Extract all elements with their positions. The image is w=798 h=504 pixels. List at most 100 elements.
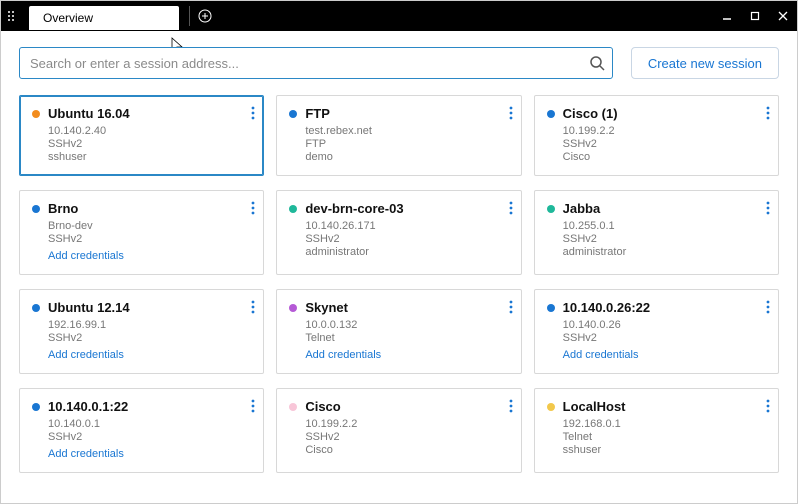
status-dot-icon: [547, 205, 555, 213]
create-new-session-button[interactable]: Create new session: [631, 47, 779, 79]
session-title-row: Cisco: [289, 399, 508, 414]
session-detail-line: 10.140.2.40: [48, 125, 251, 137]
session-detail-line: SSHv2: [305, 233, 508, 245]
session-title: Ubuntu 16.04: [48, 106, 130, 121]
session-menu-button[interactable]: [764, 298, 772, 316]
session-detail-line: Telnet: [563, 431, 766, 443]
session-title-row: Brno: [32, 201, 251, 216]
session-title-row: LocalHost: [547, 399, 766, 414]
session-details: Brno-devSSHv2 Add credentials: [48, 220, 251, 262]
session-detail-line: 10.140.0.26: [563, 319, 766, 331]
session-details: 10.0.0.132Telnet Add credentials: [305, 319, 508, 361]
session-card[interactable]: Cisco10.199.2.2SSHv2Cisco: [276, 388, 521, 473]
session-title-row: Skynet: [289, 300, 508, 315]
session-detail-line: SSHv2: [305, 431, 508, 443]
session-detail-line: SSHv2: [563, 233, 766, 245]
session-detail-line: FTP: [305, 138, 508, 150]
session-title: dev-brn-core-03: [305, 201, 403, 216]
session-title: LocalHost: [563, 399, 626, 414]
status-dot-icon: [289, 304, 297, 312]
tab-separator: [189, 6, 190, 26]
search-wrap: [19, 47, 613, 79]
session-detail-line: 10.255.0.1: [563, 220, 766, 232]
status-dot-icon: [547, 403, 555, 411]
session-detail-line: demo: [305, 151, 508, 163]
session-card[interactable]: Ubuntu 16.04 10.140.2.40SSHv2sshuser: [19, 95, 264, 176]
session-menu-button[interactable]: [507, 298, 515, 316]
session-card[interactable]: dev-brn-core-03 10.140.26.171SSHv2adminis…: [276, 190, 521, 275]
session-detail-line: sshuser: [563, 444, 766, 456]
window-maximize-button[interactable]: [741, 1, 769, 31]
session-title: 10.140.0.1:22: [48, 399, 128, 414]
status-dot-icon: [32, 304, 40, 312]
session-detail-line: Brno-dev: [48, 220, 251, 232]
session-menu-button[interactable]: [507, 104, 515, 122]
session-title: Cisco: [305, 399, 340, 414]
session-card[interactable]: Skynet 10.0.0.132Telnet Add credentials: [276, 289, 521, 374]
session-detail-line: SSHv2: [48, 138, 251, 150]
tab-overview[interactable]: Overview: [29, 6, 179, 30]
session-title-row: 10.140.0.26:22: [547, 300, 766, 315]
add-credentials-link[interactable]: Add credentials: [48, 250, 251, 262]
session-card[interactable]: Brno Brno-devSSHv2 Add credentials: [19, 190, 264, 275]
session-details: 10.140.2.40SSHv2sshuser: [48, 125, 251, 163]
add-credentials-link[interactable]: Add credentials: [563, 349, 766, 361]
session-menu-button[interactable]: [764, 397, 772, 415]
session-detail-line: administrator: [563, 246, 766, 258]
status-dot-icon: [289, 403, 297, 411]
session-detail-line: sshuser: [48, 151, 251, 163]
session-menu-button[interactable]: [507, 397, 515, 415]
session-title-row: Ubuntu 12.14: [32, 300, 251, 315]
session-menu-button[interactable]: [249, 104, 257, 122]
session-card[interactable]: FTPtest.rebex.netFTPdemo: [276, 95, 521, 176]
session-menu-button[interactable]: [764, 199, 772, 217]
search-icon[interactable]: [589, 55, 605, 71]
session-card[interactable]: 10.140.0.26:22 10.140.0.26SSHv2Add creden…: [534, 289, 779, 374]
session-details: 192.168.0.1Telnetsshuser: [563, 418, 766, 456]
session-card[interactable]: Jabba 10.255.0.1SSHv2administrator: [534, 190, 779, 275]
session-detail-line: 192.168.0.1: [563, 418, 766, 430]
session-detail-line: 10.140.0.1: [48, 418, 251, 430]
session-title-row: FTP: [289, 106, 508, 121]
session-detail-line: 10.199.2.2: [305, 418, 508, 430]
session-title-row: dev-brn-core-03: [289, 201, 508, 216]
session-title-row: Jabba: [547, 201, 766, 216]
session-menu-button[interactable]: [249, 397, 257, 415]
new-tab-button[interactable]: [194, 5, 216, 27]
session-title: Ubuntu 12.14: [48, 300, 130, 315]
session-card[interactable]: 10.140.0.1:2210.140.0.1SSHv2Add credenti…: [19, 388, 264, 473]
session-menu-button[interactable]: [249, 199, 257, 217]
add-credentials-link[interactable]: Add credentials: [48, 349, 251, 361]
session-detail-line: test.rebex.net: [305, 125, 508, 137]
session-detail-line: SSHv2: [563, 138, 766, 150]
session-detail-line: 10.0.0.132: [305, 319, 508, 331]
session-menu-button[interactable]: [249, 298, 257, 316]
session-details: test.rebex.netFTPdemo: [305, 125, 508, 163]
status-dot-icon: [547, 304, 555, 312]
session-detail-line: Cisco: [305, 444, 508, 456]
session-details: 10.140.26.171SSHv2administrator: [305, 220, 508, 258]
session-detail-line: Cisco: [563, 151, 766, 163]
session-grid: Ubuntu 16.0410.140.2.40SSHv2sshuserFTPte…: [19, 95, 779, 473]
session-card[interactable]: Cisco (1)10.199.2.2SSHv2Cisco: [534, 95, 779, 176]
session-details: 192.16.99.1SSHv2Add credentials: [48, 319, 251, 361]
session-detail-line: 10.140.26.171: [305, 220, 508, 232]
status-dot-icon: [32, 205, 40, 213]
app-menu-button[interactable]: [1, 1, 25, 31]
session-card[interactable]: LocalHost 192.168.0.1Telnetsshuser: [534, 388, 779, 473]
status-dot-icon: [289, 110, 297, 118]
session-detail-line: SSHv2: [48, 233, 251, 245]
session-menu-button[interactable]: [764, 104, 772, 122]
session-details: 10.199.2.2SSHv2Cisco: [563, 125, 766, 163]
add-credentials-link[interactable]: Add credentials: [305, 349, 508, 361]
session-menu-button[interactable]: [507, 199, 515, 217]
session-details: 10.140.0.26SSHv2Add credentials: [563, 319, 766, 361]
session-detail-line: Telnet: [305, 332, 508, 344]
window-close-button[interactable]: [769, 1, 797, 31]
session-card[interactable]: Ubuntu 12.14 192.16.99.1SSHv2Add credenti…: [19, 289, 264, 374]
window-minimize-button[interactable]: [713, 1, 741, 31]
search-input[interactable]: [19, 47, 613, 79]
add-credentials-link[interactable]: Add credentials: [48, 448, 251, 460]
page-content: Create new session Ubuntu 16.04 10.140.2.…: [1, 31, 797, 503]
session-detail-line: 10.199.2.2: [563, 125, 766, 137]
